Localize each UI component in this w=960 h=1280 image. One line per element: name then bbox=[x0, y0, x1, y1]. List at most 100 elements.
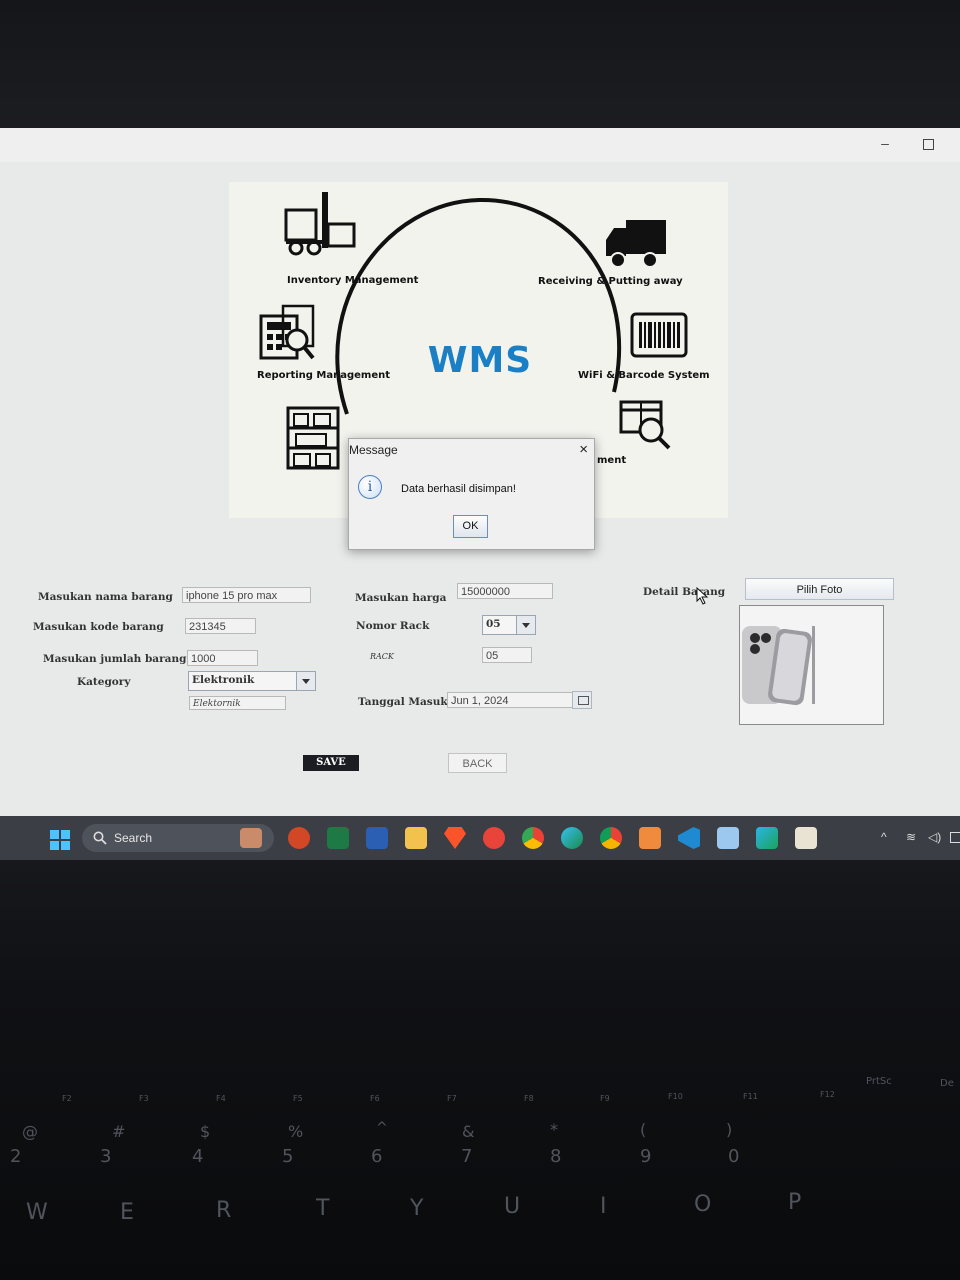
dialog-title: Message bbox=[349, 443, 398, 457]
mouse-cursor-icon bbox=[696, 586, 710, 610]
search-placeholder: Search bbox=[114, 831, 153, 845]
chevron-up-icon[interactable]: ^ bbox=[881, 830, 887, 844]
dialog-message: Data berhasil disimpan! bbox=[401, 483, 516, 495]
nomor-rack-select[interactable]: 05 bbox=[482, 615, 536, 635]
taskbar-search-box[interactable]: Search bbox=[82, 824, 274, 852]
label-kode-barang: Masukan kode barang bbox=[33, 621, 164, 633]
key-7: 7 bbox=[461, 1146, 473, 1167]
module-label-partial: ment bbox=[597, 455, 627, 466]
input-jumlah-barang[interactable]: 1000 bbox=[187, 650, 258, 666]
key-r: R bbox=[216, 1198, 232, 1223]
key-f12: F12 bbox=[820, 1090, 835, 1099]
label-harga: Masukan harga bbox=[355, 592, 447, 604]
vscode-icon[interactable] bbox=[678, 827, 700, 849]
message-dialog: Message × i Data berhasil disimpan! OK bbox=[348, 438, 595, 550]
key-t: T bbox=[316, 1196, 330, 1221]
input-kode-barang[interactable]: 231345 bbox=[185, 618, 256, 634]
input-rack: 05 bbox=[482, 647, 532, 663]
chevron-down-icon[interactable] bbox=[516, 616, 535, 634]
input-harga[interactable]: 15000000 bbox=[457, 583, 553, 599]
kategori-select[interactable]: Elektronik bbox=[188, 671, 316, 691]
nomor-rack-selected-value: 05 bbox=[486, 618, 501, 630]
key-4-top: $ bbox=[200, 1122, 211, 1141]
chevron-down-icon[interactable] bbox=[296, 672, 315, 690]
key-2-top: @ bbox=[22, 1122, 38, 1141]
key-i: I bbox=[600, 1194, 607, 1219]
pilih-foto-button[interactable]: Pilih Foto bbox=[745, 578, 894, 600]
windows-start-icon[interactable] bbox=[50, 830, 70, 850]
speaker-icon[interactable]: ◁) bbox=[928, 830, 941, 844]
key-f2: F2 bbox=[62, 1094, 72, 1103]
image-viewer-icon[interactable] bbox=[795, 827, 817, 849]
maximize-icon[interactable] bbox=[923, 139, 934, 150]
file-explorer-icon[interactable] bbox=[405, 827, 427, 849]
module-label-receiving: Receiving & Putting away bbox=[538, 276, 683, 287]
label-tanggal-masuk: Tanggal Masuk bbox=[358, 696, 448, 708]
key-8: 8 bbox=[550, 1146, 562, 1167]
virtualbox-icon[interactable] bbox=[717, 827, 739, 849]
key-y: Y bbox=[410, 1196, 424, 1221]
key-f6: F6 bbox=[370, 1094, 380, 1103]
wms-title: WMS bbox=[427, 340, 533, 381]
ok-button[interactable]: OK bbox=[453, 515, 488, 538]
search-highlight-icon bbox=[240, 828, 262, 848]
key-3-top: # bbox=[112, 1122, 126, 1141]
key-0-top: ) bbox=[726, 1120, 733, 1139]
minimize-icon[interactable]: – bbox=[878, 136, 892, 150]
input-nama-barang[interactable]: iphone 15 pro max bbox=[182, 587, 311, 603]
save-button[interactable]: SAVE bbox=[303, 755, 359, 771]
edge-icon[interactable] bbox=[561, 827, 583, 849]
key-f7: F7 bbox=[447, 1094, 457, 1103]
brave-icon[interactable] bbox=[444, 827, 466, 849]
key-6: 6 bbox=[371, 1146, 383, 1167]
label-jumlah-barang: Masukan jumlah barang bbox=[43, 653, 187, 665]
calendar-icon[interactable] bbox=[572, 691, 592, 709]
key-9-top: ( bbox=[640, 1120, 647, 1139]
label-nama-barang: Masukan nama barang bbox=[38, 591, 173, 603]
key-f3: F3 bbox=[139, 1094, 149, 1103]
product-photo-preview bbox=[739, 605, 884, 725]
kategori-echo-field: Elektornik bbox=[189, 696, 286, 710]
close-icon[interactable]: × bbox=[579, 441, 588, 458]
chrome-canary-icon[interactable] bbox=[600, 827, 622, 849]
key-prtsc: PrtSc bbox=[866, 1076, 892, 1087]
key-9: 9 bbox=[640, 1146, 652, 1167]
key-u: U bbox=[504, 1194, 521, 1219]
key-f11: F11 bbox=[743, 1092, 758, 1101]
windows-taskbar: Search ^ ≋ ◁) bbox=[0, 816, 960, 860]
powerpoint-icon[interactable] bbox=[288, 827, 310, 849]
module-label-inventory: Inventory Management bbox=[287, 275, 419, 286]
report-calculator-icon bbox=[259, 304, 319, 362]
truck-icon bbox=[604, 216, 668, 272]
key-2: 2 bbox=[10, 1146, 22, 1167]
box-search-icon bbox=[619, 396, 675, 452]
screen: – WMS Inventory Management Receiving & P… bbox=[0, 128, 960, 860]
input-tanggal-masuk[interactable]: Jun 1, 2024 bbox=[447, 692, 573, 708]
wifi-icon[interactable]: ≋ bbox=[906, 830, 916, 844]
launcher-icon[interactable] bbox=[756, 827, 778, 849]
key-p: P bbox=[788, 1190, 802, 1215]
laptop-keyboard: F2 F3 F4 F5 F6 F7 F8 F9 F10 F11 F12 PrtS… bbox=[0, 860, 960, 1280]
key-del: De bbox=[940, 1078, 954, 1089]
module-label-reporting: Reporting Management bbox=[257, 370, 391, 381]
key-o: O bbox=[694, 1192, 712, 1217]
module-label-wifi: WiFi & Barcode System bbox=[578, 370, 710, 381]
word-icon[interactable] bbox=[366, 827, 388, 849]
battery-icon[interactable] bbox=[950, 832, 960, 843]
laptop-bezel-top bbox=[0, 0, 960, 128]
wps-icon[interactable] bbox=[483, 827, 505, 849]
key-e: E bbox=[120, 1200, 134, 1225]
key-6-top: ^ bbox=[376, 1120, 388, 1136]
phone-image bbox=[742, 626, 812, 706]
kategori-selected-value: Elektronik bbox=[192, 674, 255, 686]
key-0: 0 bbox=[728, 1146, 740, 1167]
search-icon bbox=[93, 831, 107, 845]
key-f8: F8 bbox=[524, 1094, 534, 1103]
back-button[interactable]: BACK bbox=[448, 753, 507, 773]
info-icon: i bbox=[358, 475, 382, 499]
wps-sheet-icon[interactable] bbox=[639, 827, 661, 849]
excel-icon[interactable] bbox=[327, 827, 349, 849]
chrome-icon[interactable] bbox=[522, 827, 544, 849]
key-w: W bbox=[26, 1200, 48, 1225]
key-4: 4 bbox=[192, 1146, 204, 1167]
